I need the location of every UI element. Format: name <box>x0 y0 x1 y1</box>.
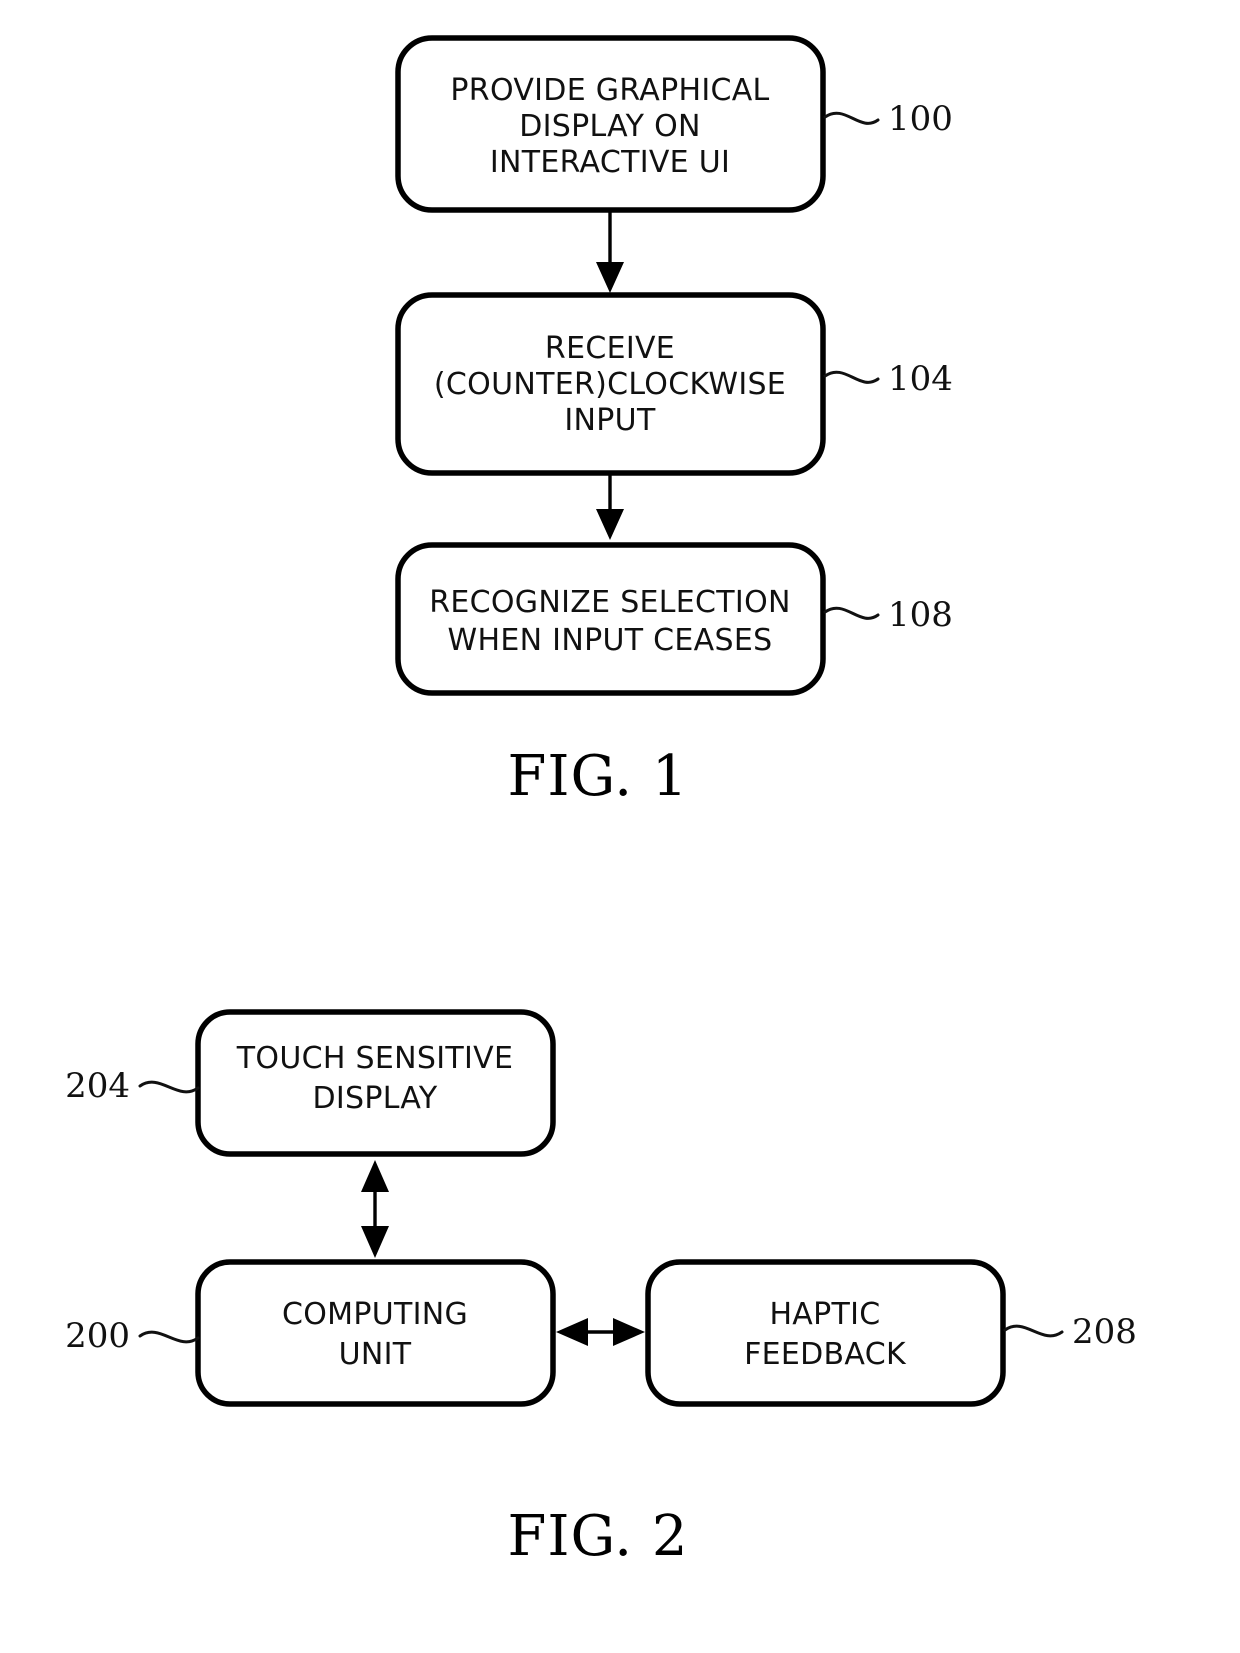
reference-numeral-100: 100 <box>888 99 953 139</box>
connector-204-to-200 <box>361 1160 389 1258</box>
block-200-computing-unit[interactable]: COMPUTING UNIT 200 <box>65 1259 556 1407</box>
block-204-label-line2: DISPLAY <box>312 1081 437 1116</box>
block-200-label-line2: UNIT <box>339 1337 412 1372</box>
reference-numeral-208: 208 <box>1072 1312 1137 1352</box>
flow-step-108-label: RECOGNIZE SELECTION <box>429 585 790 620</box>
reference-numeral-104: 104 <box>888 359 953 399</box>
block-204-touch-sensitive-display[interactable]: TOUCH SENSITIVE DISPLAY 204 <box>65 1009 556 1157</box>
block-208-haptic-feedback[interactable]: HAPTIC FEEDBACK 208 <box>645 1259 1137 1407</box>
reference-numeral-204: 204 <box>65 1066 130 1106</box>
block-208-box[interactable] <box>645 1259 1006 1407</box>
flow-step-108[interactable]: RECOGNIZE SELECTION WHEN INPUT CEASES 10… <box>395 542 953 696</box>
flow-step-100-label-line3: INTERACTIVE UI <box>490 145 730 180</box>
reference-numeral-108: 108 <box>888 595 953 635</box>
leader-line-200 <box>138 1330 200 1344</box>
figure-2-caption: FIG. 2 <box>508 1504 689 1569</box>
flow-step-100-label-line2: DISPLAY ON <box>519 109 701 144</box>
figure-1: PROVIDE GRAPHICAL DISPLAY ON INTERACTIVE… <box>395 35 953 809</box>
connector-200-to-208 <box>556 1318 645 1346</box>
figure-1-caption: FIG. 1 <box>508 744 689 809</box>
arrowhead-left-icon <box>556 1318 588 1346</box>
figure-2: TOUCH SENSITIVE DISPLAY 204 COMPUTING UN… <box>65 1009 1137 1569</box>
arrowhead-down-icon <box>361 1226 389 1258</box>
arrowhead-down-icon <box>596 509 624 540</box>
patent-drawing-sheet: PROVIDE GRAPHICAL DISPLAY ON INTERACTIVE… <box>65 35 1137 1569</box>
leader-line-108 <box>823 606 880 620</box>
block-200-box[interactable] <box>195 1259 556 1407</box>
block-204-label: TOUCH SENSITIVE <box>236 1041 513 1076</box>
flow-step-100[interactable]: PROVIDE GRAPHICAL DISPLAY ON INTERACTIVE… <box>395 35 953 213</box>
arrowhead-down-icon <box>596 262 624 293</box>
arrowhead-up-icon <box>361 1160 389 1192</box>
leader-line-204 <box>138 1080 200 1094</box>
arrowhead-right-icon <box>613 1318 645 1346</box>
leader-line-100 <box>823 111 880 125</box>
flow-step-104[interactable]: RECEIVE (COUNTER)CLOCKWISE INPUT 104 <box>395 292 953 476</box>
connector-100-to-104 <box>596 211 624 293</box>
block-208-label-line2: FEEDBACK <box>744 1337 907 1372</box>
block-208-label: HAPTIC <box>769 1297 880 1332</box>
flow-step-104-label-line3: INPUT <box>564 403 656 438</box>
leader-line-104 <box>823 370 880 384</box>
flow-step-104-label-line2: (COUNTER)CLOCKWISE <box>434 367 786 402</box>
flow-step-100-label: PROVIDE GRAPHICAL <box>450 73 769 108</box>
block-200-label: COMPUTING <box>282 1297 468 1332</box>
leader-line-208 <box>1003 1324 1064 1338</box>
flow-step-108-label-line2: WHEN INPUT CEASES <box>448 623 773 658</box>
connector-104-to-108 <box>596 474 624 540</box>
flow-step-104-label: RECEIVE <box>545 331 675 366</box>
reference-numeral-200: 200 <box>65 1316 130 1356</box>
